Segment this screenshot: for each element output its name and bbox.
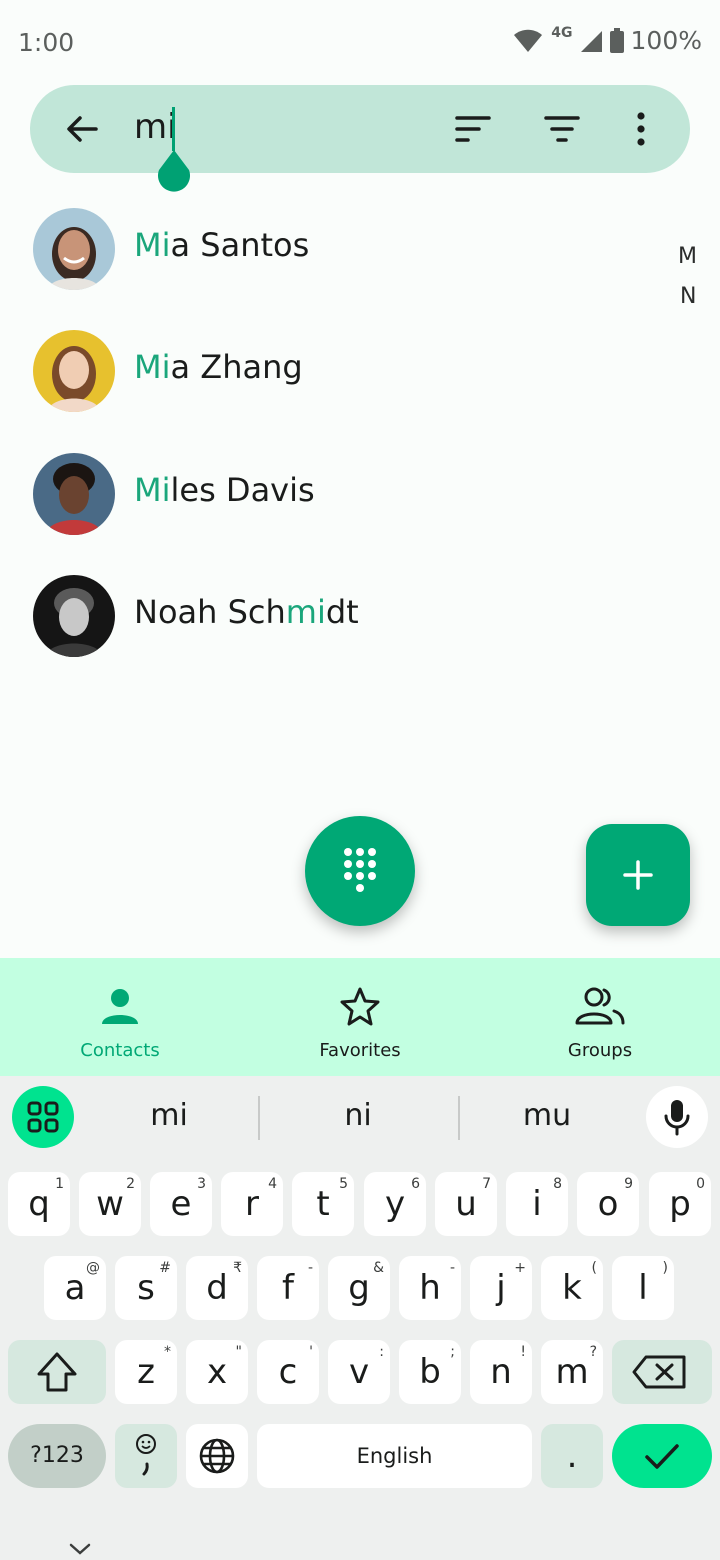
key-z[interactable]: z * <box>115 1340 177 1404</box>
nav-contacts[interactable]: Contacts <box>0 958 240 1076</box>
avatar <box>33 453 115 535</box>
status-bar: 1:00 4G 100% <box>0 0 720 84</box>
key-e[interactable]: e3 <box>150 1172 212 1236</box>
apps-grid-icon <box>27 1101 59 1133</box>
nav-contacts-label: Contacts <box>80 1040 160 1061</box>
battery-icon <box>609 27 624 53</box>
globe-icon <box>199 1438 235 1474</box>
nav-groups[interactable]: Groups <box>480 958 720 1076</box>
index-letter-m[interactable]: M <box>678 244 697 269</box>
key-m[interactable]: m? <box>541 1340 603 1404</box>
contact-row[interactable]: Mia Zhang <box>0 316 660 426</box>
back-arrow-icon[interactable] <box>64 111 100 147</box>
key-q[interactable]: q1 <box>8 1172 70 1236</box>
avatar <box>33 208 115 290</box>
checkmark-icon <box>645 1444 679 1469</box>
key-g[interactable]: g & <box>328 1256 390 1320</box>
key-o[interactable]: o9 <box>577 1172 639 1236</box>
key-s[interactable]: s # <box>115 1256 177 1320</box>
wifi-icon <box>514 29 543 52</box>
key-a[interactable]: a @ <box>44 1256 106 1320</box>
search-bar: mi <box>30 85 690 173</box>
shift-icon <box>37 1352 77 1392</box>
key-j[interactable]: j + <box>470 1256 532 1320</box>
emoji-key[interactable] <box>115 1424 177 1488</box>
suggestion-2[interactable]: ni <box>278 1098 438 1133</box>
key-i[interactable]: i8 <box>506 1172 568 1236</box>
backspace-icon <box>632 1355 686 1389</box>
suggestion-divider <box>458 1096 460 1140</box>
contact-row[interactable]: Mia Santos <box>0 194 660 304</box>
space-key[interactable]: English <box>257 1424 532 1488</box>
key-h[interactable]: h- <box>399 1256 461 1320</box>
dialpad-button[interactable] <box>305 816 415 926</box>
language-key[interactable] <box>186 1424 248 1488</box>
shift-key[interactable] <box>8 1340 106 1404</box>
person-icon <box>102 989 138 1024</box>
period-key[interactable]: . <box>541 1424 603 1488</box>
contact-name: Noah Schmidt <box>134 593 359 631</box>
suggestion-divider <box>258 1096 260 1140</box>
key-t[interactable]: t5 <box>292 1172 354 1236</box>
filter-icon[interactable] <box>543 113 581 145</box>
index-letter-n[interactable]: N <box>680 284 696 309</box>
nav-favorites-label: Favorites <box>319 1040 401 1061</box>
key-p[interactable]: p0 <box>649 1172 711 1236</box>
emoji-icon <box>136 1434 156 1476</box>
cursor-handle[interactable] <box>156 150 192 196</box>
add-contact-button[interactable] <box>586 824 690 926</box>
keyboard-apps-button[interactable] <box>12 1086 74 1148</box>
key-k[interactable]: k( <box>541 1256 603 1320</box>
key-b[interactable]: b; <box>399 1340 461 1404</box>
nav-groups-label: Groups <box>567 1040 633 1061</box>
backspace-key[interactable] <box>612 1340 712 1404</box>
key-c[interactable]: c ' <box>257 1340 319 1404</box>
status-time: 1:00 <box>18 28 75 57</box>
enter-key[interactable] <box>612 1424 712 1488</box>
suggestion-1[interactable]: mi <box>89 1098 249 1133</box>
nav-favorites[interactable]: Favorites <box>240 958 480 1076</box>
more-options-icon[interactable] <box>630 111 652 147</box>
contact-name: Miles Davis <box>134 471 315 509</box>
contact-row[interactable]: Noah Schmidt <box>0 561 660 671</box>
hide-keyboard-icon[interactable] <box>68 1542 92 1556</box>
microphone-icon <box>664 1100 690 1136</box>
text-caret <box>172 107 175 151</box>
avatar <box>33 575 115 657</box>
contact-row[interactable]: Miles Davis <box>0 439 660 549</box>
key-l[interactable]: l) <box>612 1256 674 1320</box>
search-input[interactable]: mi <box>134 107 177 147</box>
key-w[interactable]: w2 <box>79 1172 141 1236</box>
sort-icon[interactable] <box>454 113 492 145</box>
key-r[interactable]: r4 <box>221 1172 283 1236</box>
key-x[interactable]: x " <box>186 1340 248 1404</box>
contact-name: Mia Zhang <box>134 348 303 386</box>
battery-percent: 100% <box>630 26 702 55</box>
plus-icon <box>623 860 653 890</box>
key-d[interactable]: d ₹ <box>186 1256 248 1320</box>
contacts-screen: { "status_bar": {"time": "1:00", "networ… <box>0 0 720 1560</box>
symbols-key[interactable]: ?123 <box>8 1424 106 1488</box>
dialpad-icon <box>344 848 376 892</box>
status-icons: 4G 100% <box>513 24 702 55</box>
key-n[interactable]: n! <box>470 1340 532 1404</box>
groups-icon <box>575 987 625 1025</box>
star-icon <box>340 987 380 1026</box>
bottom-navigation: Contacts Favorites Groups <box>0 958 720 1076</box>
key-y[interactable]: y6 <box>364 1172 426 1236</box>
avatar <box>33 330 115 412</box>
suggestion-3[interactable]: mu <box>467 1098 627 1133</box>
voice-input-button[interactable] <box>646 1086 708 1148</box>
key-v[interactable]: v: <box>328 1340 390 1404</box>
key-f[interactable]: f- <box>257 1256 319 1320</box>
cell-signal-icon <box>580 30 602 52</box>
contact-name: Mia Santos <box>134 226 310 264</box>
key-u[interactable]: u7 <box>435 1172 497 1236</box>
network-type: 4G <box>551 24 573 41</box>
